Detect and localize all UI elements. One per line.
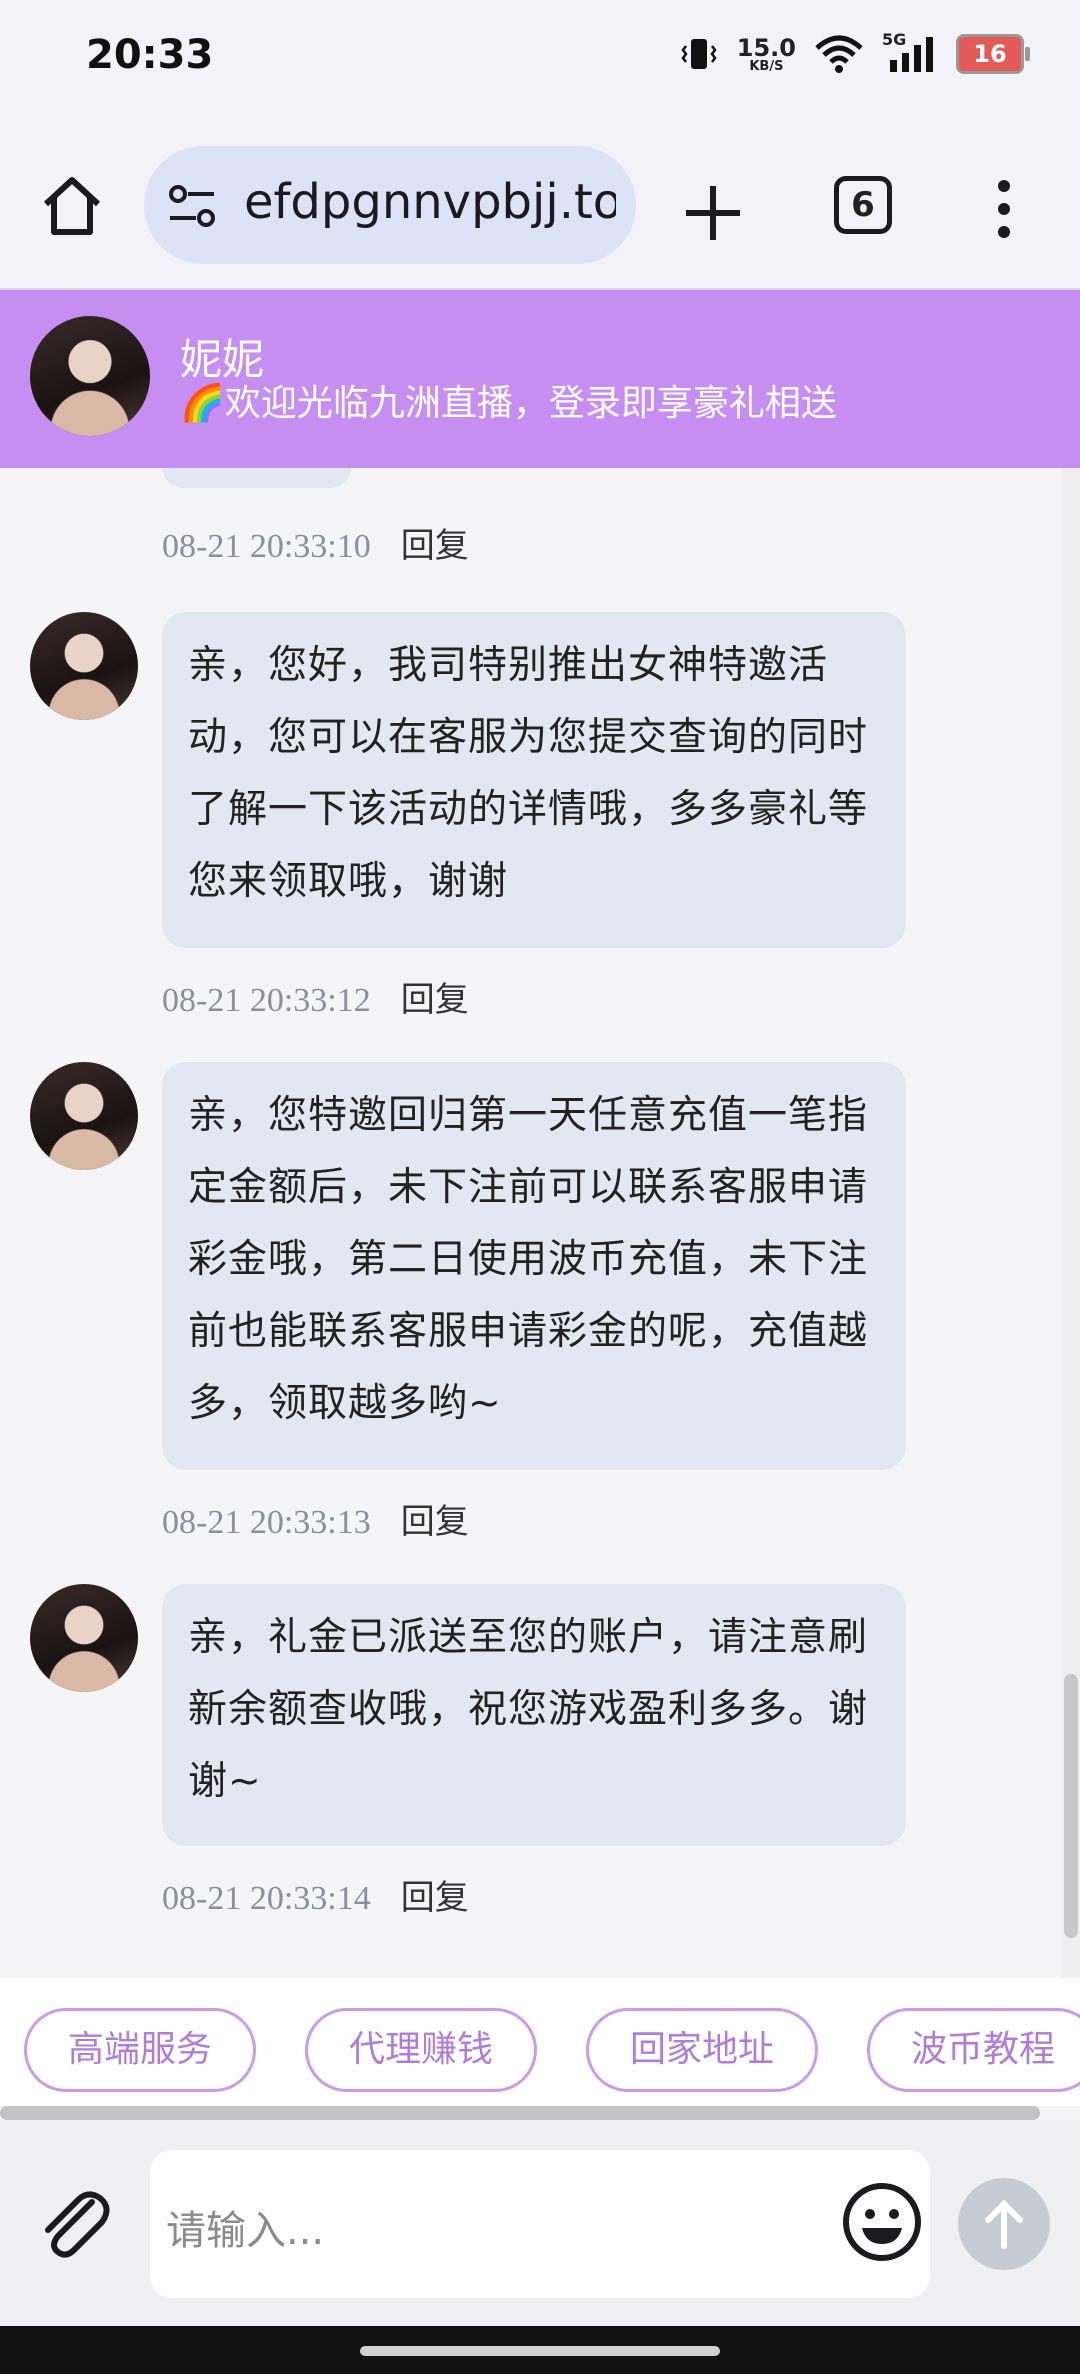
message-bubble[interactable]: 亲，礼金已派送至您的账户，请注意刷新余额查收哦，祝您游戏盈利多多。谢谢~: [162, 1584, 906, 1846]
battery-icon: 16: [956, 34, 1030, 74]
speed-value: 15.0: [736, 33, 796, 62]
home-icon[interactable]: [38, 172, 106, 240]
chip-premium-service[interactable]: 高端服务: [24, 2008, 256, 2092]
cellular-signal-icon: 5G: [882, 30, 938, 74]
message-meta: 08-21 20:33:13 回复: [162, 1494, 469, 1543]
input-placeholder: 请输入...: [166, 2208, 325, 2254]
battery-level: 16: [959, 37, 1021, 71]
message-meta: 08-21 20:33:14 回复: [162, 1870, 469, 1919]
message-meta: 08-21 20:33:12 回复: [162, 972, 469, 1021]
message-bubble[interactable]: 亲，您好，我司特别推出女神特邀活动，您可以在客服为您提交查询的同时了解一下该活动…: [162, 612, 906, 948]
message-time: 08-21 20:33:13: [162, 1504, 371, 1541]
reply-button[interactable]: 回复: [401, 526, 469, 566]
agent-avatar[interactable]: [30, 612, 138, 720]
message-bubble[interactable]: 亲，您特邀回归第一天任意充值一笔指定金额后，未下注前可以联系客服申请彩金哦，第二…: [162, 1062, 906, 1470]
url-text[interactable]: efdpgnnvpbjj.top: [244, 174, 616, 230]
emoji-icon[interactable]: [840, 2180, 924, 2264]
arrow-up-icon: [985, 2199, 1023, 2249]
home-gesture-pill[interactable]: [360, 2346, 720, 2356]
wifi-icon: [815, 35, 863, 73]
reply-button[interactable]: 回复: [401, 1502, 469, 1542]
vibrate-icon: [681, 39, 717, 69]
address-bar[interactable]: efdpgnnvpbjj.top: [144, 146, 636, 264]
reply-button[interactable]: 回复: [401, 980, 469, 1020]
chat-header: 妮妮 🌈欢迎光临九洲直播，登录即享豪礼相送: [0, 290, 1080, 468]
speed-unit: KB/S: [749, 58, 784, 74]
status-time: 20:33: [86, 32, 214, 78]
new-tab-icon[interactable]: [680, 180, 746, 246]
welcome-text: 🌈欢迎光临九洲直播，登录即享豪礼相送: [180, 383, 837, 424]
message-time: 08-21 20:33:14: [162, 1880, 371, 1917]
agent-avatar[interactable]: [30, 316, 150, 436]
quick-replies: 高端服务 代理赚钱 回家地址 波币教程: [0, 1978, 1080, 2106]
agent-avatar[interactable]: [30, 1584, 138, 1692]
chip-agent-earn[interactable]: 代理赚钱: [305, 2008, 537, 2092]
site-settings-icon[interactable]: [166, 182, 218, 230]
message-meta: 08-21 20:33:10 回复: [162, 518, 469, 567]
chat-scroll-thumb[interactable]: [1064, 1674, 1078, 1938]
reply-button[interactable]: 回复: [401, 1878, 469, 1918]
network-speed: 15.0 KB/S: [737, 36, 796, 73]
status-bar: 20:33 15.0 KB/S 5G 16: [0, 0, 1080, 120]
more-menu-icon[interactable]: [994, 176, 1014, 242]
status-icons: 15.0 KB/S 5G 16: [679, 30, 1030, 74]
chip-coin-tutorial[interactable]: 波币教程: [867, 2008, 1080, 2092]
message-time: 08-21 20:33:10: [162, 528, 371, 565]
system-nav-bar: [0, 2326, 1080, 2374]
chip-home-address[interactable]: 回家地址: [586, 2008, 818, 2092]
message-input[interactable]: 请输入...: [150, 2150, 930, 2298]
chat-scrollbar[interactable]: [1062, 468, 1080, 1978]
browser-toolbar: efdpgnnvpbjj.top 6: [0, 120, 1080, 290]
quick-replies-scrollbar[interactable]: [0, 2106, 1040, 2120]
input-bar: 请输入...: [0, 2120, 1080, 2326]
attachment-icon[interactable]: [34, 2184, 114, 2264]
chat-messages[interactable]: 08-21 20:33:10 回复 亲，您好，我司特别推出女神特邀活动，您可以在客…: [0, 468, 1080, 1978]
tab-switcher-button[interactable]: 6: [834, 176, 892, 234]
agent-avatar[interactable]: [30, 1062, 138, 1170]
message-time: 08-21 20:33:12: [162, 982, 371, 1019]
send-button[interactable]: [958, 2178, 1050, 2270]
previous-message-bubble: [162, 468, 352, 488]
